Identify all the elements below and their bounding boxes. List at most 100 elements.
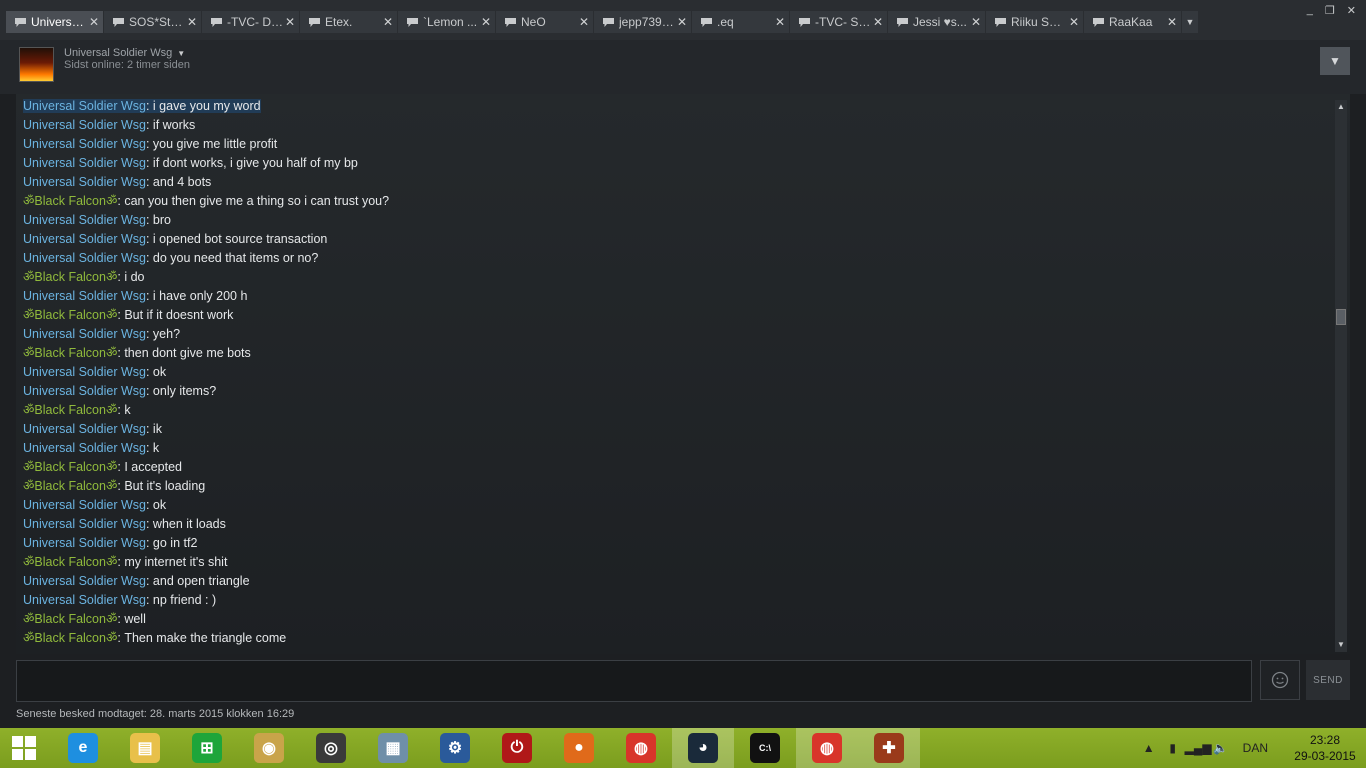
chat-message: Universal Soldier Wsg: do you need that …: [23, 249, 1323, 268]
chat-tab[interactable]: -TVC- So... ✕: [790, 11, 887, 33]
message-sender[interactable]: Universal Soldier Wsg: [23, 593, 146, 607]
scroll-up-arrow-icon[interactable]: ▲: [1335, 100, 1347, 114]
show-hidden-icons-icon[interactable]: ▲: [1137, 741, 1161, 755]
close-tab-icon[interactable]: ✕: [187, 14, 197, 30]
message-input[interactable]: [16, 660, 1252, 702]
scroll-thumb[interactable]: [1336, 309, 1346, 325]
tabs-overflow-dropdown[interactable]: ▼: [1182, 11, 1198, 33]
taskbar-app-button[interactable]: ◕: [672, 728, 734, 768]
chat-tab[interactable]: Universal... ✕: [6, 11, 103, 33]
minimize-button[interactable]: _: [1307, 4, 1313, 17]
message-sender[interactable]: Universal Soldier Wsg: [23, 156, 146, 170]
message-sender[interactable]: Universal Soldier Wsg: [23, 422, 146, 436]
taskbar-app-button[interactable]: ⚙: [424, 728, 486, 768]
chat-tab[interactable]: NeO ✕: [496, 11, 593, 33]
message-sender[interactable]: ॐBlack Falconॐ: [23, 270, 117, 284]
message-sender[interactable]: ॐBlack Falconॐ: [23, 194, 117, 208]
chat-message: Universal Soldier Wsg: and open triangle: [23, 572, 1323, 591]
close-tab-icon[interactable]: ✕: [383, 14, 393, 30]
close-tab-icon[interactable]: ✕: [481, 14, 491, 30]
emoticon-button[interactable]: [1260, 660, 1300, 700]
message-sender[interactable]: ॐBlack Falconॐ: [23, 631, 117, 645]
avatar[interactable]: [19, 47, 54, 82]
taskbar-app-button[interactable]: ◍: [610, 728, 672, 768]
message-sender[interactable]: ॐBlack Falconॐ: [23, 479, 117, 493]
taskbar-app-button[interactable]: ◉: [238, 728, 300, 768]
chat-tab[interactable]: -TVC- Dr... ✕: [202, 11, 299, 33]
taskbar-app-button[interactable]: ⏻: [486, 728, 548, 768]
message-sender[interactable]: Universal Soldier Wsg: [23, 118, 146, 132]
chat-tab[interactable]: RaaKaa ✕: [1084, 11, 1181, 33]
message-sender[interactable]: Universal Soldier Wsg: [23, 498, 146, 512]
message-text: my internet it's shit: [124, 555, 228, 569]
message-separator: :: [145, 327, 153, 341]
taskbar-app-button[interactable]: ◍: [796, 728, 858, 768]
send-button[interactable]: SEND: [1306, 660, 1350, 700]
message-sender[interactable]: ॐBlack Falconॐ: [23, 555, 117, 569]
close-tab-icon[interactable]: ✕: [579, 14, 589, 30]
chat-tab[interactable]: Riiku Shiun ✕: [986, 11, 1083, 33]
message-sender[interactable]: Universal Soldier Wsg: [23, 574, 146, 588]
taskbar-app-button[interactable]: ▤: [114, 728, 176, 768]
network-signal-icon[interactable]: ▂▄▆: [1185, 741, 1212, 755]
message-sender[interactable]: Universal Soldier Wsg: [23, 137, 146, 151]
chat-tab[interactable]: Etex. ✕: [300, 11, 397, 33]
message-sender[interactable]: Universal Soldier Wsg: [23, 232, 146, 246]
doc-app-icon: ▦: [378, 733, 408, 763]
input-language[interactable]: DAN: [1243, 741, 1268, 755]
volume-icon[interactable]: 🔈: [1209, 741, 1233, 755]
close-tab-icon[interactable]: ✕: [1167, 14, 1177, 30]
scroll-down-arrow-icon[interactable]: ▼: [1335, 638, 1347, 652]
chevron-down-icon[interactable]: ▼: [177, 49, 185, 58]
chat-message: Universal Soldier Wsg: ik: [23, 420, 1323, 439]
message-sender[interactable]: Universal Soldier Wsg: [23, 289, 146, 303]
battery-icon[interactable]: ▮: [1161, 741, 1185, 755]
friend-name[interactable]: Universal Soldier Wsg ▼: [64, 47, 185, 59]
message-sender[interactable]: Universal Soldier Wsg: [23, 175, 146, 189]
close-tab-icon[interactable]: ✕: [285, 14, 295, 30]
message-sender[interactable]: Universal Soldier Wsg: [23, 441, 146, 455]
message-sender[interactable]: Universal Soldier Wsg: [23, 327, 146, 341]
chat-scrollbar[interactable]: ▲ ▼: [1335, 100, 1347, 652]
taskbar-app-button[interactable]: ⊞: [176, 728, 238, 768]
close-tab-icon[interactable]: ✕: [873, 14, 883, 30]
taskbar-app-button[interactable]: C:\: [734, 728, 796, 768]
message-sender[interactable]: ॐBlack Falconॐ: [23, 308, 117, 322]
taskbar-app-button[interactable]: ▦: [362, 728, 424, 768]
taskbar-app-button[interactable]: ◎: [300, 728, 362, 768]
chat-message: Universal Soldier Wsg: ok: [23, 496, 1323, 515]
friend-status: Sidst online: 2 timer siden: [64, 59, 190, 71]
chat-tab[interactable]: .eq ✕: [692, 11, 789, 33]
message-sender[interactable]: ॐBlack Falconॐ: [23, 346, 117, 360]
chat-menu-button[interactable]: ▼: [1320, 47, 1350, 75]
message-sender[interactable]: ॐBlack Falconॐ: [23, 403, 117, 417]
taskbar-app-button[interactable]: ●: [548, 728, 610, 768]
taskbar-app-button[interactable]: e: [52, 728, 114, 768]
close-tab-icon[interactable]: ✕: [1069, 14, 1079, 30]
chat-tab[interactable]: jepp7396... ✕: [594, 11, 691, 33]
message-text: only items?: [152, 384, 217, 398]
chat-message: ॐBlack Falconॐ: But if it doesnt work: [23, 306, 1323, 325]
message-sender[interactable]: ॐBlack Falconॐ: [23, 460, 117, 474]
message-sender[interactable]: Universal Soldier Wsg: [23, 365, 146, 379]
start-button[interactable]: [8, 734, 40, 762]
restore-button[interactable]: ❐: [1325, 4, 1335, 17]
close-window-button[interactable]: ✕: [1347, 4, 1356, 17]
message-sender[interactable]: Universal Soldier Wsg: [23, 213, 146, 227]
message-sender[interactable]: Universal Soldier Wsg: [23, 251, 146, 265]
chat-tab[interactable]: `Lemon ... ✕: [398, 11, 495, 33]
message-sender[interactable]: Universal Soldier Wsg: [23, 99, 146, 113]
message-sender[interactable]: Universal Soldier Wsg: [23, 517, 146, 531]
close-tab-icon[interactable]: ✕: [775, 14, 785, 30]
chat-tab[interactable]: Jessi ♥s... ✕: [888, 11, 985, 33]
message-sender[interactable]: Universal Soldier Wsg: [23, 536, 146, 550]
message-sender[interactable]: ॐBlack Falconॐ: [23, 612, 117, 626]
close-tab-icon[interactable]: ✕: [89, 14, 99, 30]
chat-tab[interactable]: SOS*Stei... ✕: [104, 11, 201, 33]
close-tab-icon[interactable]: ✕: [677, 14, 687, 30]
clock[interactable]: 23:28 29-03-2015: [1284, 732, 1366, 764]
tab-bar: Universal... ✕ SOS*Stei... ✕ -TVC- Dr... ✕ Ete…: [0, 0, 1366, 40]
close-tab-icon[interactable]: ✕: [971, 14, 981, 30]
taskbar-app-button[interactable]: ✚: [858, 728, 920, 768]
message-sender[interactable]: Universal Soldier Wsg: [23, 384, 146, 398]
